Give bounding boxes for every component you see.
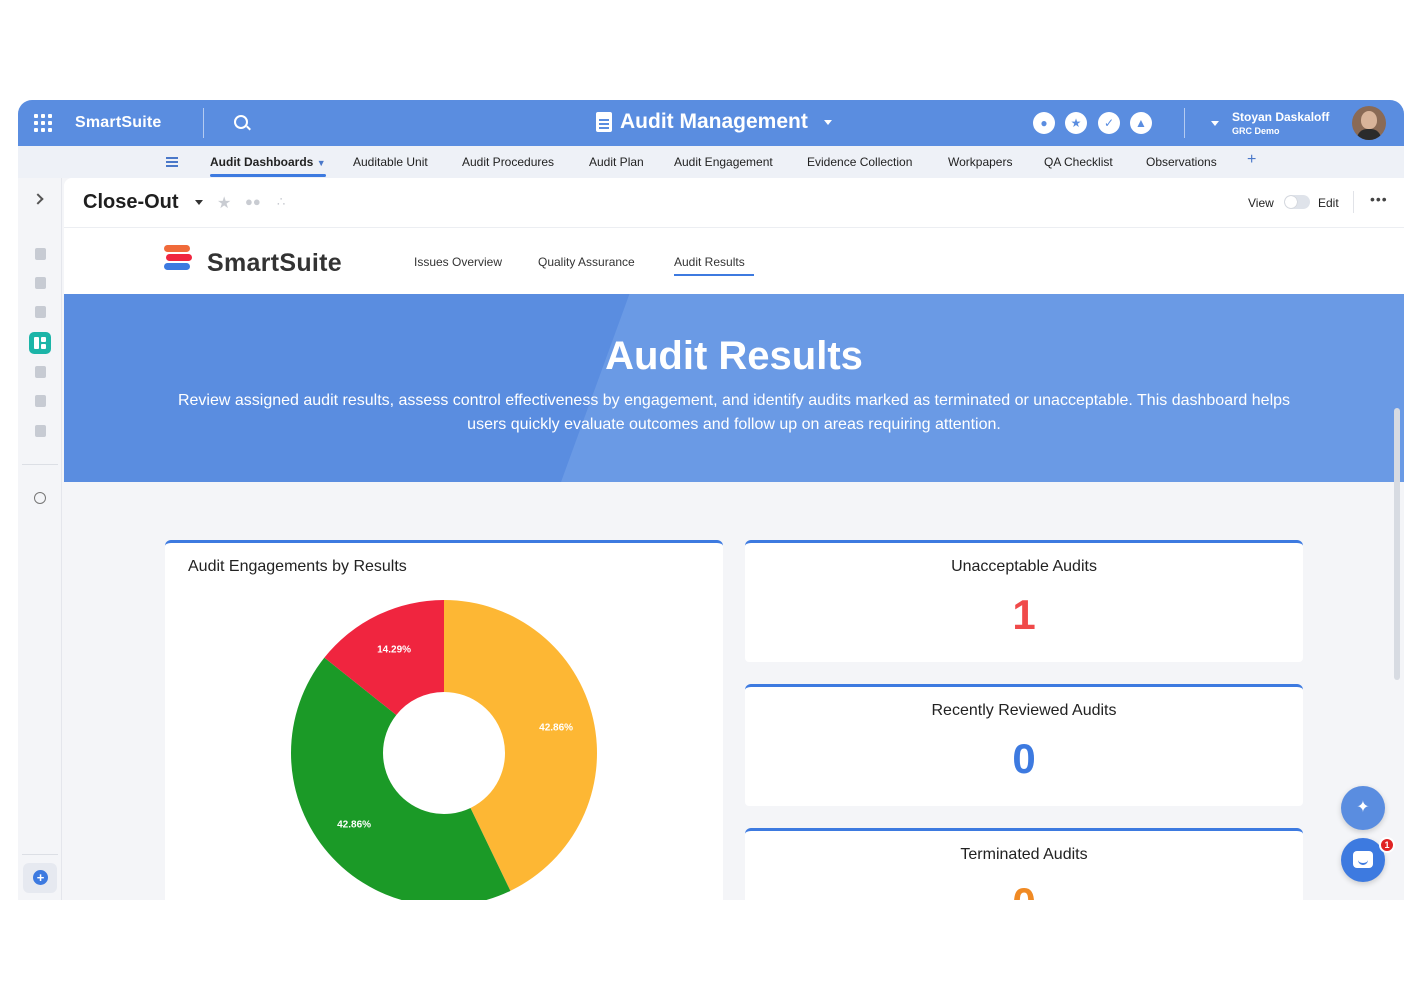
menu-icon[interactable] (166, 157, 178, 159)
team-icon[interactable]: ● (1033, 112, 1055, 134)
notification-badge: 1 (1379, 837, 1395, 853)
pie-slice-label-2: 14.29% (377, 644, 411, 655)
nav-audit-results[interactable]: Audit Results (674, 255, 745, 269)
user-menu-chevron-icon[interactable] (1211, 121, 1219, 126)
app-title: Audit Management (620, 110, 808, 133)
kpi-card-unacceptable: Unacceptable Audits 1 (745, 540, 1303, 662)
app-title-switcher[interactable]: Audit Management (596, 110, 832, 134)
user-name[interactable]: Stoyan Daskaloff (1232, 110, 1329, 124)
team-icon[interactable]: ●● (245, 194, 261, 209)
kpi-value[interactable]: 0 (745, 735, 1303, 783)
dashboard-icon[interactable] (35, 306, 46, 318)
feed-icon[interactable]: ∴ (277, 194, 285, 210)
pie-slice-label-1: 42.86% (337, 820, 371, 831)
topbar-divider-right (1184, 108, 1185, 138)
scrollbar[interactable] (1394, 408, 1400, 680)
kpi-value[interactable]: 0 (745, 879, 1303, 900)
page-title[interactable]: Close-Out (83, 191, 179, 214)
pie-slice-label-0: 42.86% (539, 722, 573, 733)
check-icon[interactable]: ✓ (1098, 112, 1120, 134)
sparkle-icon: ✦ (1356, 799, 1370, 816)
dashboard-content: Audit Engagements by Results 42.86% 42.86… (64, 482, 1404, 900)
plus-icon[interactable]: + (1247, 151, 1256, 169)
tab-audit-plan[interactable]: Audit Plan (589, 155, 644, 169)
top-bar: SmartSuite Audit Management ● ★ ✓ ▲ Stoy… (18, 100, 1404, 146)
chevron-down-icon (823, 119, 832, 125)
tab-qa-checklist[interactable]: QA Checklist (1044, 155, 1113, 169)
header-divider (1353, 191, 1354, 213)
kpi-value[interactable]: 1 (745, 591, 1303, 639)
workspace-name: GRC Demo (1232, 126, 1280, 136)
rail-divider (22, 854, 58, 855)
dashboard-icon[interactable] (35, 366, 46, 378)
dashboard-page: Close-Out ★ ●● ∴ View Edit ••• SmartSuit… (64, 178, 1404, 900)
star-icon[interactable]: ★ (217, 193, 231, 213)
tab-workpapers[interactable]: Workpapers (948, 155, 1012, 169)
tab-observations[interactable]: Observations (1146, 155, 1217, 169)
document-icon (596, 112, 612, 132)
pie-chart-card: Audit Engagements by Results 42.86% 42.86… (165, 540, 723, 900)
dashboard-icon[interactable] (35, 277, 46, 289)
kpi-title: Recently Reviewed Audits (931, 702, 1117, 719)
banner-description: Review assigned audit results, assess co… (177, 392, 1291, 433)
tab-audit-dashboards[interactable]: Audit Dashboards ▼ (210, 155, 326, 169)
kpi-card-terminated: Terminated Audits 0 (745, 828, 1303, 900)
avatar[interactable] (1352, 106, 1386, 140)
banner-sheen (534, 294, 1404, 482)
search-icon[interactable] (234, 115, 248, 129)
star-icon[interactable]: ★ (1065, 112, 1087, 134)
tab-audit-procedures[interactable]: Audit Procedures (462, 155, 554, 169)
edit-mode-label: Edit (1318, 196, 1339, 210)
banner: Audit Results Review assigned audit resu… (64, 294, 1404, 482)
smartsuite-logo-icon (164, 245, 194, 275)
brand-name[interactable]: SmartSuite (75, 114, 161, 132)
nav-issues-overview[interactable]: Issues Overview (414, 255, 502, 269)
pie-chart: 42.86% 42.86% 14.29% (291, 600, 597, 900)
solution-tabs: Audit Dashboards ▼ Auditable Unit Audit … (18, 146, 1404, 178)
chat-icon (1353, 851, 1373, 868)
tab-auditable-unit[interactable]: Auditable Unit (353, 155, 428, 169)
person-icon[interactable] (34, 492, 46, 504)
active-nav-indicator (674, 274, 754, 276)
tab-evidence-collection[interactable]: Evidence Collection (807, 155, 912, 169)
view-mode-label: View (1248, 196, 1274, 210)
bell-icon[interactable]: ▲ (1130, 112, 1152, 134)
kpi-card-recently-reviewed: Recently Reviewed Audits 0 (745, 684, 1303, 806)
logo-text: SmartSuite (207, 249, 342, 277)
left-rail (18, 178, 62, 900)
chat-button[interactable]: 1 (1341, 837, 1395, 882)
expand-chevron-icon[interactable] (32, 193, 44, 205)
chevron-down-icon[interactable] (195, 200, 203, 205)
nav-quality-assurance[interactable]: Quality Assurance (538, 255, 635, 269)
app-window: SmartSuite Audit Management ● ★ ✓ ▲ Stoy… (18, 100, 1404, 900)
kpi-title: Terminated Audits (960, 846, 1088, 863)
document-icon[interactable] (35, 248, 46, 260)
kpi-title: Unacceptable Audits (951, 558, 1097, 575)
rail-divider (22, 464, 58, 465)
apps-grid-icon[interactable] (34, 114, 52, 132)
more-icon[interactable]: ••• (1370, 191, 1388, 207)
dashboard-icon-active[interactable] (29, 332, 51, 354)
banner-title: Audit Results (605, 334, 863, 378)
dashboard-icon[interactable] (35, 395, 46, 407)
ai-assistant-button[interactable]: ✦ (1341, 786, 1385, 830)
active-tab-indicator (210, 174, 326, 177)
view-edit-toggle[interactable] (1284, 195, 1310, 209)
add-icon[interactable] (23, 863, 57, 893)
tab-audit-engagement[interactable]: Audit Engagement (674, 155, 773, 169)
topbar-divider (203, 108, 204, 138)
page-header: Close-Out ★ ●● ∴ View Edit ••• (64, 178, 1404, 228)
dashboard-nav: SmartSuite Issues Overview Quality Assur… (64, 229, 1404, 294)
document-icon[interactable] (35, 425, 46, 437)
